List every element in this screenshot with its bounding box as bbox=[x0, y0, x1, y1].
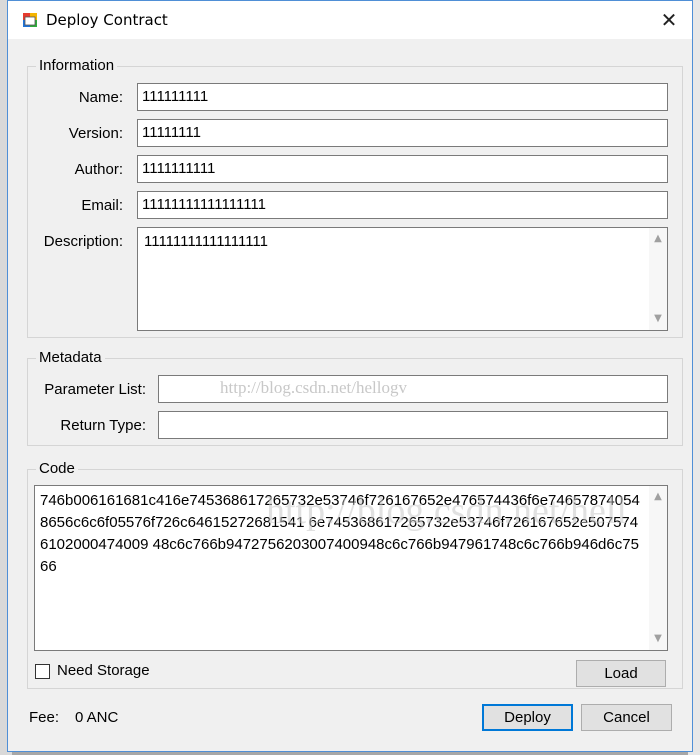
description-scrollbar[interactable]: ▲ ▼ bbox=[649, 228, 667, 330]
cancel-button[interactable]: Cancel bbox=[581, 704, 672, 731]
close-button[interactable]: ✕ bbox=[646, 1, 692, 39]
title-bar[interactable]: Deploy Contract ✕ bbox=[8, 1, 692, 39]
need-storage-checkbox[interactable] bbox=[35, 664, 50, 679]
code-group-title: Code bbox=[36, 460, 78, 477]
description-field[interactable]: 11111111111111111 ▲ ▼ bbox=[137, 227, 668, 331]
code-text: 746b006161681c416e745368617265732e53746f… bbox=[40, 492, 640, 575]
return-type-field[interactable] bbox=[158, 411, 668, 439]
author-field[interactable]: 1111111111 bbox=[137, 155, 668, 183]
description-text: 11111111111111111 bbox=[144, 233, 269, 250]
version-field[interactable]: 11111111 bbox=[137, 119, 668, 147]
return-type-label: Return Type: bbox=[60, 417, 146, 434]
fee-label: Fee: bbox=[29, 709, 60, 726]
need-storage-label[interactable]: Need Storage bbox=[57, 662, 150, 679]
parameter-list-label: Parameter List: bbox=[44, 381, 146, 398]
load-button[interactable]: Load bbox=[576, 660, 666, 687]
deploy-button[interactable]: Deploy bbox=[482, 704, 573, 731]
fee-value: 0 ANC bbox=[75, 709, 119, 726]
close-icon: ✕ bbox=[660, 8, 678, 32]
email-field[interactable]: 11111111111111111 bbox=[137, 191, 668, 219]
parameter-list-field[interactable] bbox=[158, 375, 668, 403]
name-label: Name: bbox=[78, 89, 123, 106]
deploy-contract-dialog: Deploy Contract ✕ Information Name: 1111… bbox=[7, 0, 693, 752]
window-title: Deploy Contract bbox=[46, 11, 168, 29]
code-field[interactable]: 746b006161681c416e745368617265732e53746f… bbox=[34, 485, 668, 651]
email-label: Email: bbox=[81, 197, 123, 214]
version-label: Version: bbox=[68, 125, 123, 142]
author-label: Author: bbox=[74, 161, 123, 178]
scroll-up-arrow-icon[interactable]: ▲ bbox=[649, 488, 667, 506]
description-label: Description: bbox=[43, 233, 123, 250]
scroll-down-arrow-icon[interactable]: ▼ bbox=[649, 630, 667, 648]
metadata-group-title: Metadata bbox=[36, 349, 105, 366]
name-field[interactable]: 111111111 bbox=[137, 83, 668, 111]
code-scrollbar[interactable]: ▲ ▼ bbox=[649, 486, 667, 650]
scroll-down-arrow-icon[interactable]: ▼ bbox=[649, 310, 667, 328]
information-group-title: Information bbox=[36, 57, 118, 74]
scroll-up-arrow-icon[interactable]: ▲ bbox=[649, 230, 667, 248]
app-window-icon bbox=[22, 12, 38, 28]
